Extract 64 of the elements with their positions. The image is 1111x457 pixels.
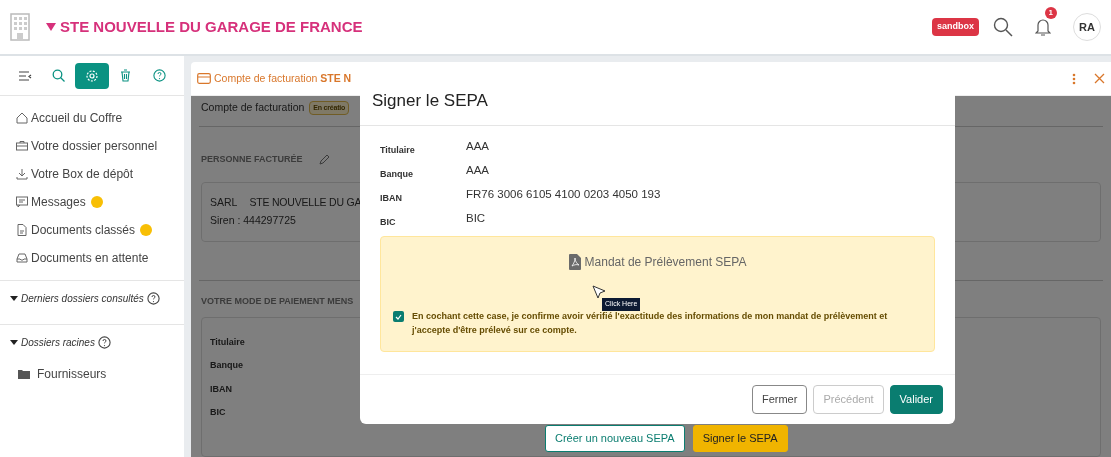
field-label: Titulaire [380,144,416,157]
download-icon [16,168,28,180]
sidebar-item[interactable]: Votre Box de dépôt [31,165,134,183]
sidebar-item[interactable]: Documents en attente [31,249,149,267]
action-button[interactable]: Créer un nouveau SEPA [545,425,685,452]
siren-number: Siren : 444297725 [210,214,296,226]
more-options-icon[interactable] [1072,72,1076,85]
section-title[interactable]: Derniers dossiers consultés [21,291,144,306]
sidebar-item[interactable]: Votre dossier personnel [31,137,158,155]
trash-icon [120,69,132,82]
help-icon[interactable] [97,336,111,349]
field-label: Banque [210,360,243,370]
section-heading: PERSONNE FACTURÉE [201,152,303,166]
search-icon [51,69,65,82]
message-icon [16,196,28,208]
folder-item[interactable]: Fournisseurs [37,365,107,383]
page-title: Compte de facturation [201,100,305,115]
notification-count: 1 [1044,7,1057,19]
consent-text: En cochant cette case, je confirme avoir vérifié l'exactitude des informations de mon mandat de prélèvement et j'accepte d'être prélevé sur ce compte. [412,310,889,337]
field-value: AAA [466,139,489,154]
field-label: BIC [210,407,226,417]
pdf-file-icon[interactable] [568,254,581,270]
section-title[interactable]: Dossiers racines [21,335,95,350]
field-value: AAA [466,163,489,178]
inbox-icon [16,252,28,264]
field-label: Banque [380,168,414,181]
company-title[interactable]: STE NOUVELLE DU GARAGE DE FRANCE [60,15,363,39]
field-label: BIC [380,216,397,229]
card-icon [197,73,211,84]
building-icon [10,13,30,41]
legal-form: SARL [210,195,238,211]
document-icon [16,224,28,236]
consent-checkbox[interactable] [393,311,404,322]
help-icon[interactable] [146,292,160,305]
field-value: FR76 3006 6105 4100 0203 4050 193 [466,187,661,202]
field-label: IBAN [210,383,232,394]
breadcrumb: Compte de facturation STE N [214,70,352,86]
field-label: IBAN [380,192,403,205]
home-icon [16,112,28,124]
caret-icon[interactable] [10,338,18,347]
pencil-icon[interactable] [318,154,330,165]
briefcase-icon [16,140,28,152]
settings-icon [85,68,99,83]
mandate-document-link[interactable]: Mandat de Prélèvement SEPA [584,253,747,271]
folder-icon [18,369,30,379]
caret-icon[interactable] [10,294,18,303]
help-icon [152,69,166,82]
field-value: BIC [466,211,486,226]
sidebar-item[interactable]: Accueil du Coffre [31,109,123,127]
search-icon[interactable] [993,17,1013,37]
environment-badge: sandbox [932,18,979,36]
section-heading: VOTRE MODE DE PAIEMENT MENS [201,296,354,306]
dialog-button[interactable]: Fermer [751,385,808,414]
settings-button[interactable] [75,62,109,89]
field-label: Titulaire [210,336,245,347]
notification-bell-icon[interactable] [1035,17,1051,37]
cursor-icon [592,285,606,299]
menu-collapse-icon [17,69,32,82]
sidebar-item[interactable]: Documents classés [31,221,136,239]
modal-title: Signer le SEPA [372,90,488,113]
dialog-button[interactable]: Valider [889,385,943,414]
close-icon[interactable] [1094,73,1105,84]
sidebar-item[interactable]: Messages [31,193,86,211]
action-button[interactable]: Signer le SEPA [692,425,788,452]
